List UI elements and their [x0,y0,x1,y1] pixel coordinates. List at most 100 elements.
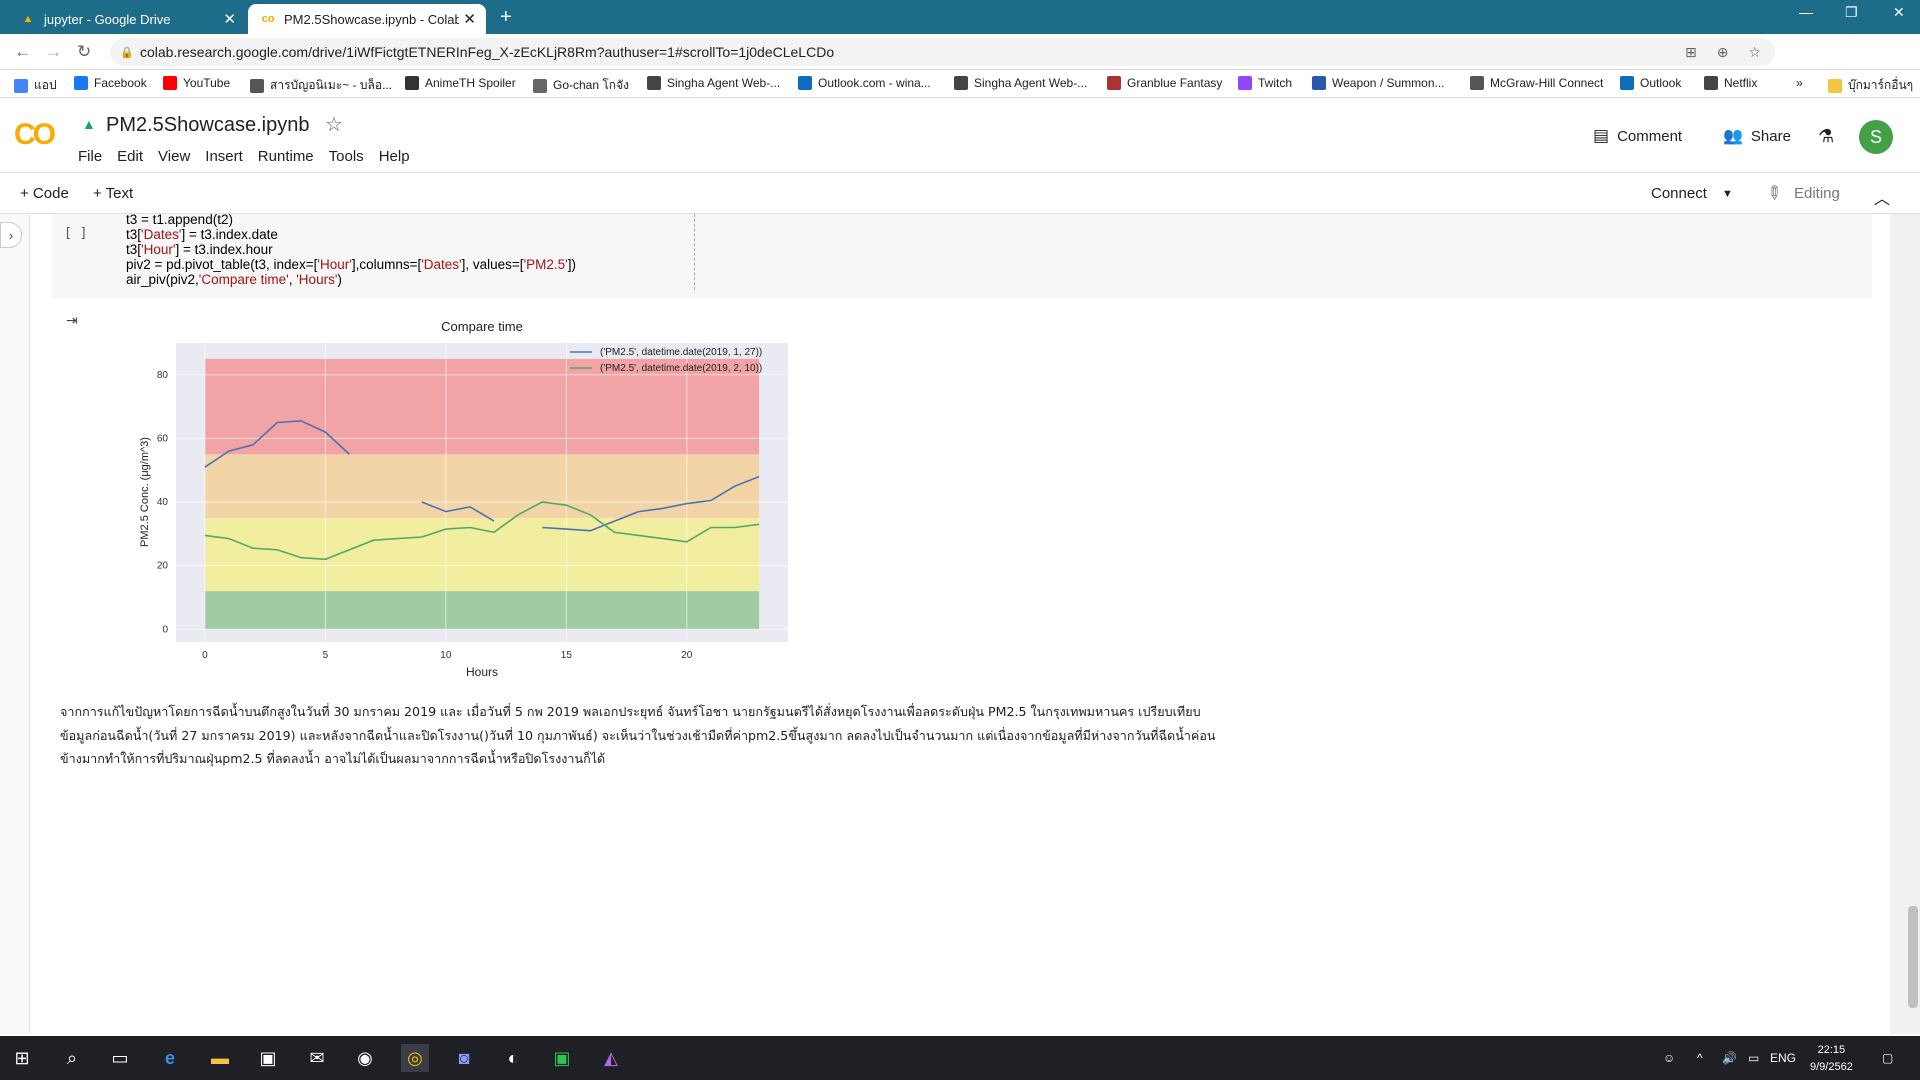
connect-button[interactable]: Connect [1651,185,1707,202]
menu-help[interactable]: Help [379,148,410,165]
code-token: t3[ [126,242,142,257]
discord-icon[interactable]: ◙ [450,1044,478,1072]
menu-view[interactable]: View [158,148,190,165]
user-avatar[interactable]: S [1859,120,1893,154]
bookmark-item[interactable]: McGraw-Hill Connect [1470,76,1603,90]
url-field[interactable]: 🔒 colab.research.google.com/drive/1iWfFi… [110,38,1775,66]
show-hidden-icons-icon[interactable]: ^ [1697,1051,1703,1065]
mail-icon[interactable]: ✉ [303,1044,331,1072]
bookmark-item[interactable]: Netflix [1704,76,1757,90]
bookmark-item[interactable]: สารบัญอนิเมะ~ - บล็อ... [250,76,392,95]
bookmark-item[interactable]: Outlook.com - wina... [798,76,931,90]
edge-icon[interactable]: e [156,1044,184,1072]
close-icon[interactable]: ✕ [463,10,476,28]
code-editor[interactable]: t3 = t1.append(t2) t3['Dates'] = t3.index… [126,212,576,287]
code-token: ] = t3.index.date [181,227,278,242]
bookmark-label: Outlook [1640,76,1682,90]
minimize-icon[interactable]: — [1799,4,1813,20]
line-icon[interactable]: ▣ [548,1044,576,1072]
language-indicator[interactable]: ENG [1770,1051,1796,1065]
app-icon[interactable]: ◐ [499,1044,527,1072]
menu-tools[interactable]: Tools [329,148,364,165]
code-line: t3['Dates'] = t3.index.date [126,227,576,242]
editing-mode-button[interactable]: Editing [1794,185,1840,202]
bookmark-item[interactable]: Singha Agent Web-... [647,76,780,90]
run-cell-button[interactable]: [ ] [64,226,87,241]
bookmark-favicon-icon [1238,76,1252,90]
people-icon[interactable]: ☺ [1663,1051,1675,1065]
markdown-cell[interactable]: จากการแก้ไขปัญหาโดยการฉีดน้ำบนตึกสูงในวั… [60,700,1220,771]
search-icon[interactable]: ⌕ [58,1044,86,1072]
translate-icon[interactable]: ⊞ [1685,44,1697,61]
bookmark-label: McGraw-Hill Connect [1490,76,1604,90]
file-explorer-icon[interactable]: ▬ [206,1044,234,1072]
close-icon[interactable]: ✕ [223,10,236,28]
output-icon[interactable]: ⇥ [66,312,78,329]
labs-flask-icon[interactable]: ⚗ [1818,126,1834,147]
task-view-icon[interactable]: ▭ [106,1044,134,1072]
bookmark-item[interactable]: Outlook [1620,76,1681,90]
volume-icon[interactable]: 🔊 [1722,1051,1737,1065]
code-line: piv2 = pd.pivot_table(t3, index=['Hour']… [126,257,576,272]
bookmark-item[interactable]: » [1796,76,1803,90]
windows-taskbar: ⊞ ⌕ ▭ e ▬ ▣ ✉ ◉ ◎ ◙ ◐ ▣ ◭ ☺ ^ 🔊 ▭ ENG 22… [0,1036,1920,1080]
add-text-button[interactable]: + Text [93,185,133,202]
add-code-button[interactable]: + Code [20,185,69,202]
bookmark-item[interactable]: บุ๊กมาร์กอื่นๆ [1828,76,1913,95]
close-window-icon[interactable]: ✕ [1893,4,1905,21]
reload-icon[interactable]: ↻ [77,42,91,62]
menu-file[interactable]: File [78,148,102,165]
y-tick-label: 80 [157,370,169,381]
colab-logo[interactable]: CO [14,118,56,152]
bookmark-item[interactable]: AnimeTH Spoiler [405,76,516,90]
star-icon[interactable]: ☆ [325,112,343,137]
comment-button[interactable]: ▤ Comment [1593,126,1682,146]
tab-colab[interactable]: co PM2.5Showcase.ipynb - Colaborato ✕ [248,4,486,34]
bookmark-label: บุ๊กมาร์กอื่นๆ [1848,78,1914,92]
bookmark-item[interactable]: Twitch [1238,76,1292,90]
x-tick-label: 10 [440,650,452,661]
bookmark-item[interactable]: แอป [14,76,57,95]
share-button[interactable]: 👥 Share [1723,126,1791,146]
code-string: 'Hour' [317,257,352,272]
comment-icon: ▤ [1593,126,1610,145]
notebook-title[interactable]: PM2.5Showcase.ipynb [106,114,309,137]
new-tab-icon[interactable]: + [500,6,512,29]
y-tick-label: 0 [162,624,168,635]
collapse-header-icon[interactable]: ︿ [1874,185,1890,209]
bookmark-item[interactable]: Granblue Fantasy [1107,76,1222,90]
tab-google-drive[interactable]: ▲ jupyter - Google Drive ✕ [8,4,246,34]
bookmark-favicon-icon [1107,76,1121,90]
chrome-icon[interactable]: ◎ [401,1044,429,1072]
bookmark-label: สารบัญอนิเมะ~ - บล็อ... [270,78,393,92]
steam-icon[interactable]: ◉ [351,1044,379,1072]
bookmark-label: Singha Agent Web-... [667,76,781,90]
store-icon[interactable]: ▣ [254,1044,282,1072]
scrollbar-thumb[interactable] [1908,906,1918,1008]
zoom-icon[interactable]: ⊕ [1717,44,1729,61]
forward-icon[interactable]: → [45,42,62,62]
bookmark-item[interactable]: Facebook [74,76,147,90]
network-icon[interactable]: ▭ [1748,1051,1759,1065]
x-tick-label: 15 [561,650,573,661]
bookmark-star-icon[interactable]: ☆ [1748,44,1761,61]
bookmark-favicon-icon [798,76,812,90]
aqi-band [204,517,760,592]
back-icon[interactable]: ← [14,42,31,62]
code-line: t3['Hour'] = t3.index.hour [126,242,576,257]
menu-edit[interactable]: Edit [117,148,143,165]
menu-runtime[interactable]: Runtime [258,148,314,165]
menu-insert[interactable]: Insert [205,148,243,165]
bookmark-item[interactable]: Weapon / Summon... [1312,76,1445,90]
code-string: 'Hours' [296,272,338,287]
windows-start-icon[interactable]: ⊞ [8,1044,36,1072]
chevron-down-icon[interactable]: ▼ [1722,188,1733,200]
bookmark-item[interactable]: Singha Agent Web-... [954,76,1087,90]
bookmark-item[interactable]: YouTube [163,76,230,90]
system-clock[interactable]: 22:15 9/9/2562 [1810,1042,1853,1076]
visual-studio-icon[interactable]: ◭ [597,1044,625,1072]
bookmark-item[interactable]: Go-chan โกจัง [533,76,629,95]
notification-icon[interactable]: ▢ [1882,1051,1893,1065]
code-cell[interactable]: [ ] t3 = t1.append(t2) t3['Dates'] = t3.i… [52,212,1872,298]
restore-icon[interactable]: ❐ [1845,4,1858,21]
